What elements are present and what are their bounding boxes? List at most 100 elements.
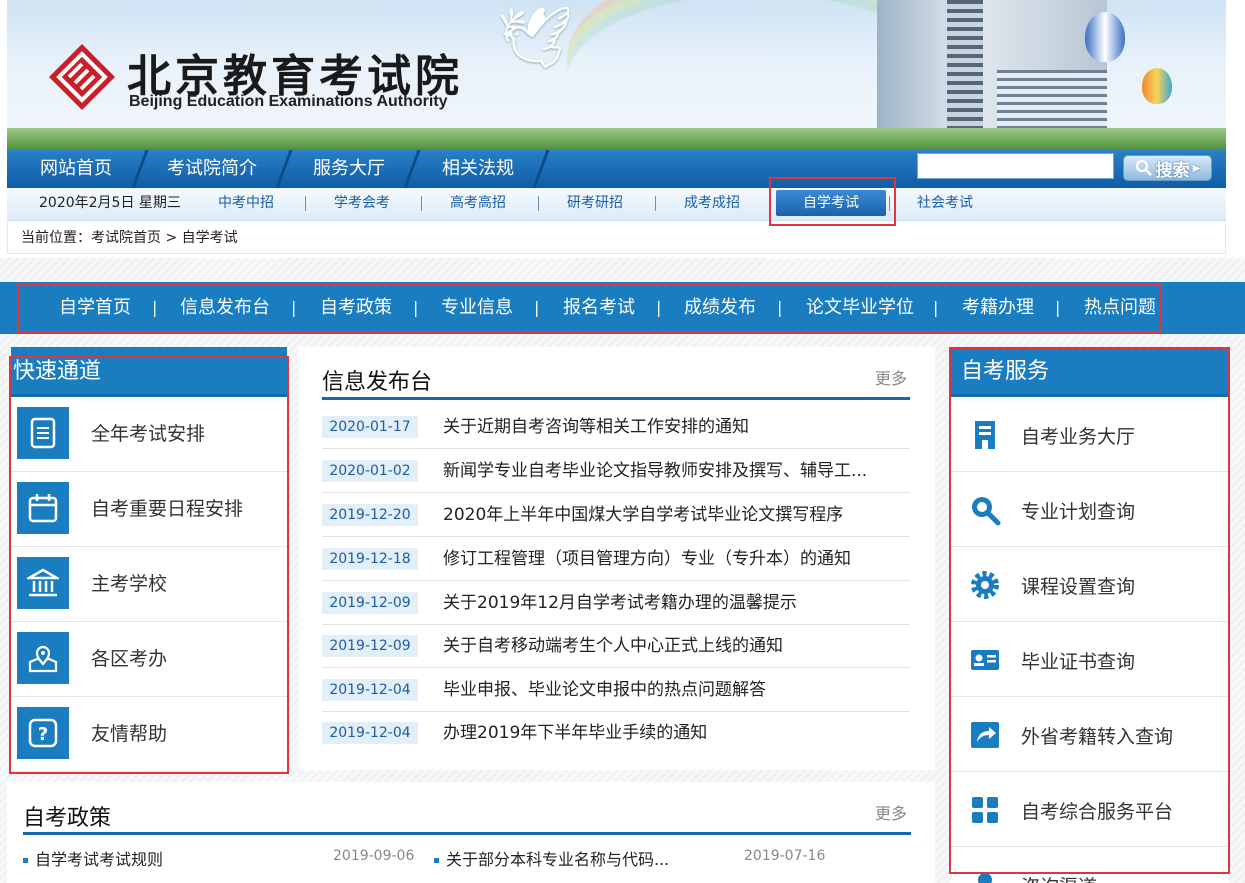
- quick-item-label: 友情帮助: [91, 723, 168, 745]
- search-button-label: 搜索: [1155, 160, 1190, 181]
- news-date: 2019-12-04: [322, 722, 418, 744]
- subnav-divider: [538, 196, 539, 211]
- service-item-label: 自考综合服务平台: [1021, 801, 1174, 823]
- magnifier-icon: [972, 497, 1001, 526]
- service-item-course-settings[interactable]: 课程设置查询: [951, 547, 1229, 622]
- news-title-link[interactable]: 关于近期自考咨询等相关工作安排的通知: [443, 405, 749, 449]
- policy-item-date: 2019-07-16: [744, 848, 826, 864]
- news-title-link[interactable]: 2020年上半年中国煤大学自学考试毕业论文撰写程序: [443, 493, 843, 537]
- policy-item-link[interactable]: 关于部分本科专业名称与代码...: [434, 846, 669, 870]
- section-divider: |: [291, 298, 297, 317]
- news-date: 2020-01-02: [322, 460, 418, 482]
- bjeea-logo-icon: [49, 44, 115, 110]
- quick-item-district-offices[interactable]: 各区考办: [11, 622, 287, 697]
- quick-item-host-schools[interactable]: 主考学校: [11, 547, 287, 622]
- service-item-certificate[interactable]: 毕业证书查询: [951, 622, 1229, 697]
- news-date: 2019-12-18: [322, 548, 418, 570]
- section-divider: |: [152, 298, 158, 317]
- news-title-link[interactable]: 办理2019年下半年毕业手续的通知: [443, 711, 707, 755]
- search-input[interactable]: [917, 153, 1114, 179]
- nav-regulations[interactable]: 相关法规: [442, 150, 514, 188]
- news-row[interactable]: 2019-12-20 2020年上半年中国煤大学自学考试毕业论文撰写程序: [322, 493, 910, 537]
- section-major-info[interactable]: 专业信息: [441, 282, 513, 334]
- news-row[interactable]: 2019-12-09 关于2019年12月自学考试考籍办理的温馨提示: [322, 581, 910, 625]
- search-button[interactable]: 搜索 ▶: [1123, 155, 1212, 181]
- service-item-business-hall[interactable]: 自考业务大厅: [951, 397, 1229, 472]
- quick-item-help[interactable]: ? 友情帮助: [11, 697, 287, 772]
- service-item-consult[interactable]: 咨询渠道: [951, 847, 1229, 883]
- subnav-divider: [421, 196, 422, 211]
- nav-about[interactable]: 考试院简介: [167, 150, 257, 188]
- section-registration[interactable]: 报名考试: [563, 282, 635, 334]
- quick-item-label: 各区考办: [91, 648, 168, 670]
- subnav-chengkao[interactable]: 成考成招: [684, 188, 740, 219]
- news-title-link[interactable]: 关于自考移动端考生个人中心正式上线的通知: [443, 624, 783, 668]
- section-navigation: 自学首页 | 信息发布台 | 自考政策 | 专业信息 | 报名考试 | 成绩发布…: [0, 282, 1245, 334]
- subnav-divider: [305, 196, 306, 211]
- section-enrollment[interactable]: 考籍办理: [962, 282, 1034, 334]
- svg-text:?: ?: [38, 724, 48, 745]
- service-item-platform[interactable]: 自考综合服务平台: [951, 772, 1229, 847]
- news-title-link[interactable]: 新闻学专业自考毕业论文指导教师安排及撰写、辅导工...: [443, 449, 867, 493]
- policy-more-link[interactable]: 更多: [875, 800, 907, 824]
- breadcrumb-home[interactable]: 考试院首页: [91, 230, 161, 246]
- section-scores[interactable]: 成绩发布: [684, 282, 756, 334]
- news-title-link[interactable]: 关于2019年12月自学考试考籍办理的温馨提示: [443, 581, 797, 625]
- share-arrow-icon: [971, 722, 999, 748]
- section-policy[interactable]: 自考政策: [320, 282, 392, 334]
- section-faq[interactable]: 热点问题: [1084, 282, 1156, 334]
- chevron-right-icon: ▶: [1192, 162, 1201, 174]
- service-item-transfer[interactable]: 外省考籍转入查询: [951, 697, 1229, 772]
- info-board-more-link[interactable]: 更多: [875, 365, 907, 389]
- breadcrumb: 当前位置：考试院首页 > 自学考试: [7, 222, 1226, 254]
- news-row[interactable]: 2019-12-04 办理2019年下半年毕业手续的通知: [322, 711, 910, 755]
- news-title-link[interactable]: 修订工程管理（项目管理方向）专业（专升本）的通知: [443, 537, 851, 581]
- subnav-zikao-active[interactable]: 自学考试: [776, 190, 886, 216]
- news-row[interactable]: 2019-12-04 毕业申报、毕业论文申报中的热点问题解答: [322, 668, 910, 712]
- service-item-label: 课程设置查询: [1021, 576, 1136, 598]
- section-divider: |: [933, 298, 939, 317]
- news-row[interactable]: 2020-01-17 关于近期自考咨询等相关工作安排的通知: [322, 405, 910, 449]
- subnav-xuekao[interactable]: 学考会考: [334, 188, 390, 219]
- service-item-major-plan[interactable]: 专业计划查询: [951, 472, 1229, 547]
- quick-item-label: 主考学校: [91, 573, 168, 595]
- grass-decoration: [7, 128, 1226, 150]
- section-divider: |: [534, 298, 540, 317]
- news-row[interactable]: 2020-01-02 新闻学专业自考毕业论文指导教师安排及撰写、辅导工...: [322, 449, 910, 493]
- section-thesis-degree[interactable]: 论文毕业学位: [806, 282, 914, 334]
- nav-service-hall[interactable]: 服务大厅: [313, 150, 385, 188]
- nav-separator: [129, 150, 151, 188]
- section-divider: |: [1055, 298, 1061, 317]
- news-date: 2020-01-17: [322, 416, 418, 438]
- quick-channel-title: 快速通道: [11, 347, 287, 397]
- section-home[interactable]: 自学首页: [59, 282, 131, 334]
- help-icon: ?: [17, 707, 69, 759]
- news-title-link[interactable]: 毕业申报、毕业论文申报中的热点问题解答: [443, 668, 766, 712]
- section-divider: |: [413, 298, 419, 317]
- subnav-shehui[interactable]: 社会考试: [917, 188, 973, 219]
- breadcrumb-prefix: 当前位置：: [21, 230, 91, 246]
- quick-item-exam-schedule[interactable]: 全年考试安排: [11, 397, 287, 472]
- balloon-decoration: [1085, 12, 1125, 62]
- breadcrumb-separator: >: [165, 230, 178, 246]
- id-card-icon: [971, 650, 999, 670]
- subnav-divider: [889, 196, 890, 211]
- policy-title: 自考政策: [23, 806, 112, 831]
- policy-underline: [23, 832, 911, 835]
- document-icon: [17, 407, 69, 459]
- news-row[interactable]: 2019-12-18 修订工程管理（项目管理方向）专业（专升本）的通知: [322, 537, 910, 581]
- section-info-board[interactable]: 信息发布台: [180, 282, 270, 334]
- service-item-label: 咨询渠道: [1021, 847, 1097, 883]
- nav-home[interactable]: 网站首页: [40, 150, 112, 188]
- subnav-gaokao[interactable]: 高考高招: [450, 188, 506, 219]
- exam-category-nav: 2020年2月5日 星期三 中考中招 学考会考 高考高招 研考研招 成考成招 自…: [7, 188, 1226, 221]
- policy-item-link[interactable]: 自学考试考试规则: [23, 846, 163, 870]
- quick-item-key-dates[interactable]: 自考重要日程安排: [11, 472, 287, 547]
- subnav-yankao[interactable]: 研考研招: [567, 188, 623, 219]
- subnav-divider: [655, 196, 656, 211]
- service-item-label: 自考业务大厅: [1021, 426, 1136, 448]
- subnav-zhongkao[interactable]: 中考中招: [218, 188, 274, 219]
- news-row[interactable]: 2019-12-09 关于自考移动端考生个人中心正式上线的通知: [322, 624, 910, 668]
- grid-icon: [972, 797, 998, 823]
- nav-separator: [401, 150, 423, 188]
